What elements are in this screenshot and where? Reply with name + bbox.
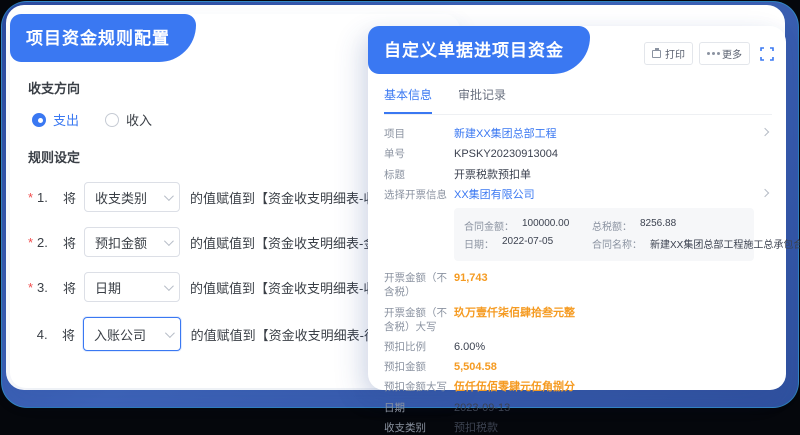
required-asterisk: * (28, 190, 37, 205)
document-panel-title: 自定义单据进项目资金 (368, 26, 590, 74)
contract-row-2: 日期： 2022-07-05 合同名称： 新建XX集团总部工程施工总承包合同 (464, 236, 744, 251)
radio-income-label: 收入 (126, 110, 152, 129)
tab-approval-record[interactable]: 审批记录 (458, 86, 506, 114)
chevron-down-icon (164, 191, 174, 201)
more-button-label: 更多 (722, 46, 742, 61)
field-project: 项目 新建XX集团总部工程 (384, 127, 772, 141)
radio-expense[interactable]: 支出 (32, 110, 79, 129)
rule-number: 3. (37, 280, 63, 295)
field-project-value[interactable]: 新建XX集团总部工程 (454, 127, 557, 141)
radio-icon (105, 113, 119, 127)
document-toolbar: 打印 更多 (644, 42, 774, 65)
contract-name-label: 合同名称： (592, 236, 642, 251)
contract-row-1: 合同金额： 100000.00 总税额： 8256.88 (464, 218, 744, 233)
rule-config-title: 项目资金规则配置 (10, 14, 196, 62)
contract-info-box: 合同金额： 100000.00 总税额： 8256.88 日期： 2022-07… (454, 208, 754, 261)
required-asterisk: * (28, 235, 37, 250)
radio-income[interactable]: 收入 (105, 110, 152, 129)
category-label: 收支类别 (384, 421, 454, 435)
more-button[interactable]: 更多 (699, 42, 750, 65)
field-title-value: 开票税款预扣单 (454, 168, 531, 182)
field-doc-number-value: KPSKY20230913004 (454, 147, 558, 161)
category-value: 预扣税款 (454, 421, 498, 435)
rule-number: 4. (37, 327, 62, 342)
rule-prefix: 将 (63, 233, 76, 252)
field-withholding-ratio: 预扣比例 6.00% (384, 340, 772, 354)
tab-basic-info[interactable]: 基本信息 (384, 86, 432, 114)
field-invoice-amount: 开票金额（不含税） 91,743 (384, 271, 772, 299)
rule-2-field-value: 预扣金额 (95, 233, 147, 252)
field-withholding-amount-caps: 预扣金额大写 伍仟伍佰零肆元伍角捌分 (384, 380, 772, 394)
field-withholding-amount: 预扣金额 5,504.58 (384, 360, 772, 374)
invoice-amount-caps-label: 开票金额（不含税）大写 (384, 306, 454, 334)
contract-date-label: 日期： (464, 236, 494, 251)
document-fields: 项目 新建XX集团总部工程 单号 KPSKY20230913004 标题 开票税… (384, 127, 772, 435)
field-doc-number: 单号 KPSKY20230913004 (384, 147, 772, 161)
rule-4-field-select[interactable]: 入账公司 (83, 317, 181, 351)
contract-amount-value: 100000.00 (522, 218, 569, 233)
invoice-amount-value: 91,743 (454, 271, 488, 299)
rule-3-field-value: 日期 (95, 278, 121, 297)
contract-amount-label: 合同金额： (464, 218, 514, 233)
rule-3-field-select[interactable]: 日期 (84, 272, 180, 302)
rule-1-field-value: 收支类别 (95, 188, 147, 207)
field-invoice-info: 选择开票信息 XX集团有限公司 (384, 188, 772, 202)
required-asterisk: * (28, 280, 37, 295)
field-title-label: 标题 (384, 168, 454, 182)
tax-total-value: 8256.88 (640, 218, 676, 233)
chevron-right-icon[interactable] (761, 189, 769, 197)
rule-4-field-value: 入账公司 (94, 325, 146, 344)
screenshot-stage: 项目资金规则配置 收支方向 支出 收入 规则设定 * 1. 将 (0, 0, 800, 409)
withholding-amount-caps-value: 伍仟伍佰零肆元伍角捌分 (454, 380, 575, 394)
date-label: 日期 (384, 401, 454, 415)
rule-number: 2. (37, 235, 63, 250)
print-button-label: 打印 (665, 46, 685, 61)
field-invoice-info-label: 选择开票信息 (384, 188, 454, 202)
chevron-right-icon[interactable] (761, 128, 769, 136)
fullscreen-icon (760, 47, 774, 61)
fullscreen-button[interactable] (760, 47, 774, 61)
rule-number: 1. (37, 190, 63, 205)
radio-expense-label: 支出 (53, 110, 79, 129)
field-title: 标题 开票税款预扣单 (384, 168, 772, 182)
field-project-label: 项目 (384, 127, 454, 141)
invoice-amount-label: 开票金额（不含税） (384, 271, 454, 299)
more-icon (707, 52, 710, 55)
field-doc-number-label: 单号 (384, 147, 454, 161)
rule-2-field-select[interactable]: 预扣金额 (84, 227, 180, 257)
rule-prefix: 将 (62, 325, 75, 344)
contract-date-value: 2022-07-05 (502, 236, 553, 251)
field-category: 收支类别 预扣税款 (384, 421, 772, 435)
field-date: 日期 2023-09-13 (384, 401, 772, 415)
tax-total-label: 总税额： (592, 218, 632, 233)
withholding-amount-caps-label: 预扣金额大写 (384, 380, 454, 394)
print-icon (652, 50, 661, 58)
rule-prefix: 将 (63, 188, 76, 207)
invoice-amount-caps-value: 玖万壹仟柒佰肆拾叁元整 (454, 306, 575, 334)
chevron-down-icon (164, 236, 174, 246)
withholding-amount-value: 5,504.58 (454, 360, 497, 374)
contract-name-value: 新建XX集团总部工程施工总承包合同 (650, 236, 800, 251)
print-button[interactable]: 打印 (644, 42, 693, 65)
radio-selected-icon (32, 113, 46, 127)
rule-1-field-select[interactable]: 收支类别 (84, 182, 180, 212)
withholding-amount-label: 预扣金额 (384, 360, 454, 374)
chevron-down-icon (165, 328, 175, 338)
field-invoice-info-value[interactable]: XX集团有限公司 (454, 188, 535, 202)
field-invoice-amount-caps: 开票金额（不含税）大写 玖万壹仟柒佰肆拾叁元整 (384, 306, 772, 334)
withholding-ratio-value: 6.00% (454, 340, 485, 354)
chevron-down-icon (164, 281, 174, 291)
withholding-ratio-label: 预扣比例 (384, 340, 454, 354)
document-panel: 自定义单据进项目资金 打印 更多 基本信息 审批记录 (368, 26, 786, 390)
document-tabs: 基本信息 审批记录 (384, 86, 772, 115)
rule-prefix: 将 (63, 278, 76, 297)
date-value: 2023-09-13 (454, 401, 510, 415)
